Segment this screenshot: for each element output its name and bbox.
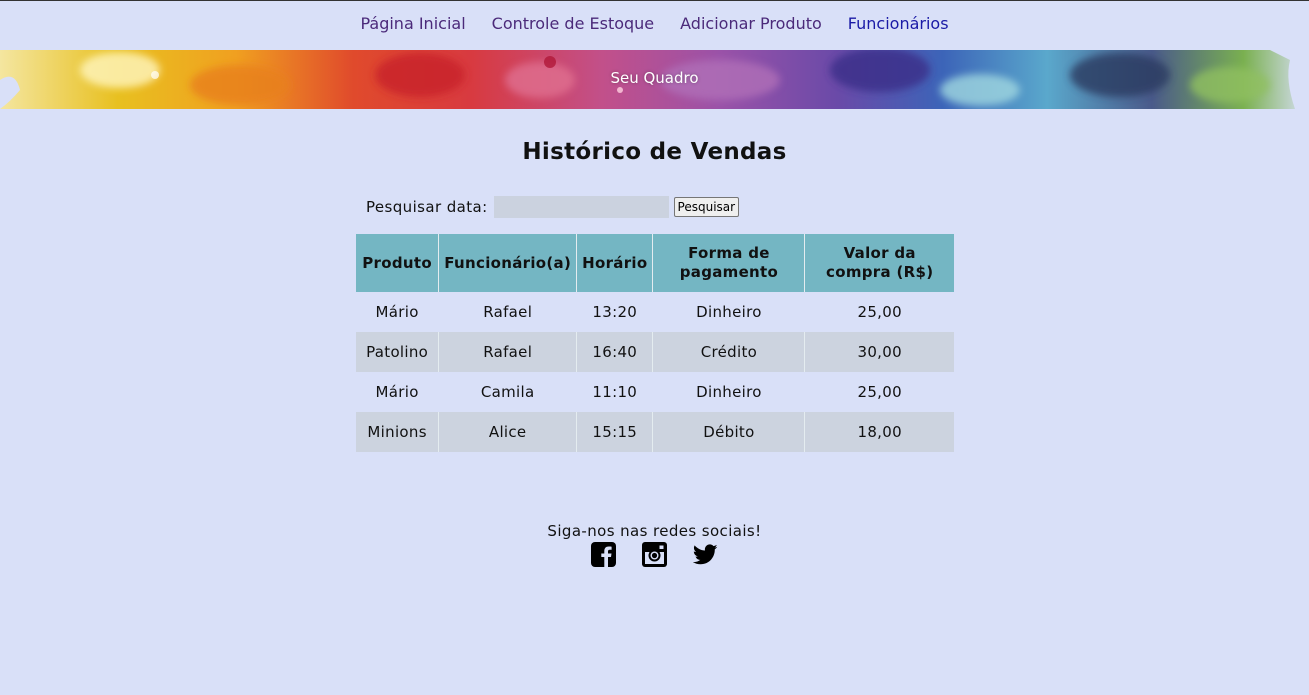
social-links bbox=[0, 542, 1309, 567]
cell-valor: 25,00 bbox=[804, 292, 954, 332]
cell-funcionario: Rafael bbox=[438, 332, 578, 372]
facebook-icon[interactable] bbox=[591, 542, 616, 567]
date-search-form: Pesquisar data: Pesquisar bbox=[366, 196, 740, 218]
cell-produto: Mário bbox=[356, 292, 440, 332]
page-title: Histórico de Vendas bbox=[522, 139, 787, 165]
cell-valor: 30,00 bbox=[804, 332, 954, 372]
cell-forma-pagamento: Dinheiro bbox=[652, 292, 806, 332]
cell-funcionario: Camila bbox=[438, 372, 578, 412]
table-row: Patolino Rafael 16:40 Crédito 30,00 bbox=[356, 332, 954, 372]
cell-funcionario: Rafael bbox=[438, 292, 578, 332]
banner-brand-text: Seu Quadro bbox=[610, 69, 699, 87]
search-label: Pesquisar data: bbox=[366, 198, 488, 216]
social-footer-text: Siga-nos nas redes sociais! bbox=[547, 522, 762, 540]
cell-horario: 16:40 bbox=[576, 332, 654, 372]
nav-link-pagina-inicial[interactable]: Página Inicial bbox=[360, 14, 465, 33]
sales-history-table: Produto Funcionário(a) Horário Forma de … bbox=[356, 234, 954, 452]
header-funcionario: Funcionário(a) bbox=[438, 234, 578, 292]
table-row: Mário Rafael 13:20 Dinheiro 25,00 bbox=[356, 292, 954, 332]
twitter-icon[interactable] bbox=[692, 542, 718, 567]
cell-produto: Patolino bbox=[356, 332, 440, 372]
cell-horario: 11:10 bbox=[576, 372, 654, 412]
nav-link-adicionar-produto[interactable]: Adicionar Produto bbox=[680, 14, 822, 33]
cell-funcionario: Alice bbox=[438, 412, 578, 452]
cell-valor: 18,00 bbox=[804, 412, 954, 452]
cell-forma-pagamento: Crédito bbox=[652, 332, 806, 372]
top-border bbox=[0, 0, 1309, 1]
cell-valor: 25,00 bbox=[804, 372, 954, 412]
header-horario: Horário bbox=[576, 234, 654, 292]
cell-forma-pagamento: Débito bbox=[652, 412, 806, 452]
instagram-icon[interactable] bbox=[642, 542, 667, 567]
cell-produto: Mário bbox=[356, 372, 440, 412]
header-valor-compra: Valor da compra (R$) bbox=[804, 234, 954, 292]
table-row: Mário Camila 11:10 Dinheiro 25,00 bbox=[356, 372, 954, 412]
cell-horario: 15:15 bbox=[576, 412, 654, 452]
cell-forma-pagamento: Dinheiro bbox=[652, 372, 806, 412]
cell-horario: 13:20 bbox=[576, 292, 654, 332]
nav-link-funcionarios[interactable]: Funcionários bbox=[848, 14, 949, 33]
main-nav: Página Inicial Controle de Estoque Adici… bbox=[0, 14, 1309, 33]
table-row: Minions Alice 15:15 Débito 18,00 bbox=[356, 412, 954, 452]
date-search-input[interactable] bbox=[493, 196, 669, 218]
table-header-row: Produto Funcionário(a) Horário Forma de … bbox=[356, 234, 954, 292]
nav-link-controle-estoque[interactable]: Controle de Estoque bbox=[492, 14, 655, 33]
header-produto: Produto bbox=[356, 234, 440, 292]
header-forma-pagamento: Forma de pagamento bbox=[652, 234, 806, 292]
search-button[interactable]: Pesquisar bbox=[673, 197, 740, 217]
cell-produto: Minions bbox=[356, 412, 440, 452]
watercolor-banner: Seu Quadro bbox=[0, 50, 1309, 109]
